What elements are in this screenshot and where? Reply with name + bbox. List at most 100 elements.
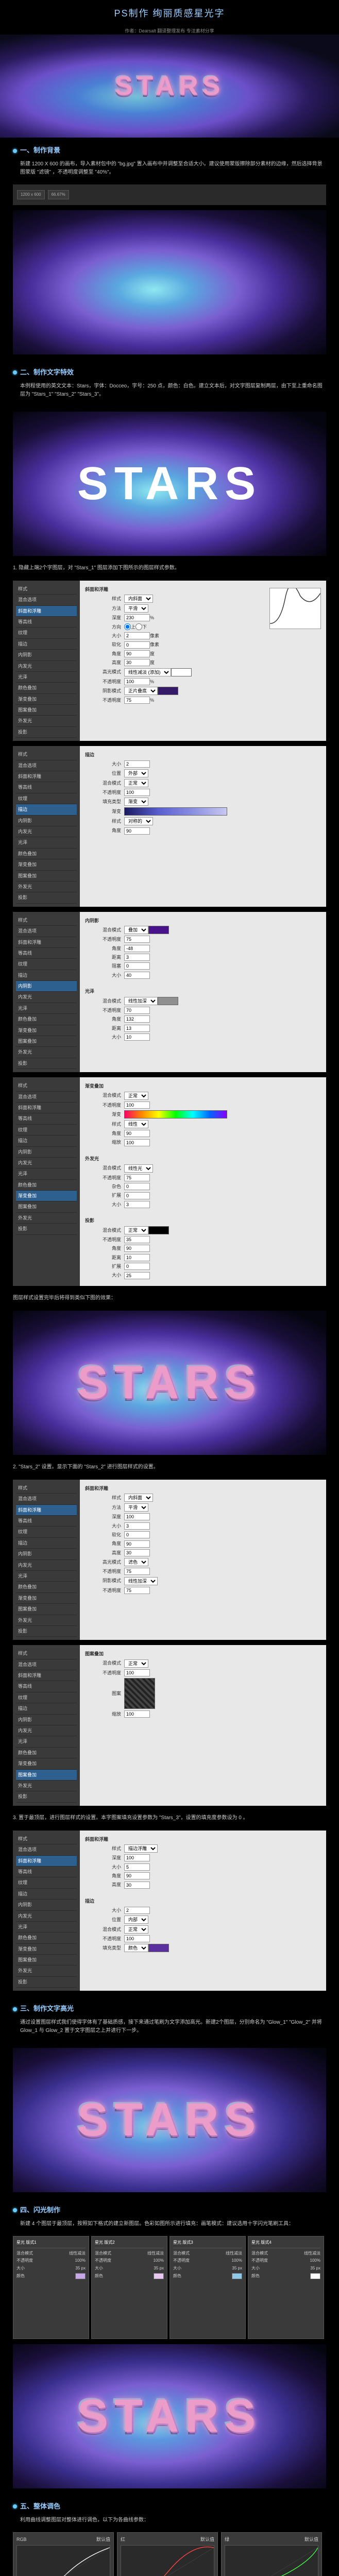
fx-item[interactable]: 图案叠加 bbox=[16, 1036, 77, 1047]
fx-item[interactable]: 渐变叠加 bbox=[16, 859, 77, 870]
hl-mode[interactable]: 线性减淡 (添加) bbox=[124, 668, 171, 676]
fx-item[interactable]: 等高线 bbox=[16, 1516, 77, 1527]
fx-item[interactable]: 颜色叠加 bbox=[16, 1014, 77, 1025]
fx-item[interactable]: 纹理 bbox=[16, 1125, 77, 1136]
fx-item[interactable]: 外发光 bbox=[16, 882, 77, 892]
fx-item[interactable]: 样式 bbox=[16, 1483, 77, 1494]
sh-mode[interactable]: 正片叠底 bbox=[124, 687, 158, 695]
fx-item[interactable]: 渐变叠加 bbox=[16, 1025, 77, 1036]
fx-item[interactable]: 样式 bbox=[16, 1834, 77, 1844]
fx-item[interactable]: 描边 bbox=[16, 970, 77, 981]
fx-item[interactable]: 样式 bbox=[16, 584, 77, 595]
fx-item[interactable]: 图案叠加 bbox=[16, 871, 77, 882]
fx-item[interactable]: 光泽 bbox=[16, 672, 77, 683]
fx-item[interactable]: 描边 bbox=[16, 1889, 77, 1900]
fx-item[interactable]: 内发光 bbox=[16, 826, 77, 837]
fx-item[interactable]: 渐变叠加 bbox=[16, 694, 77, 705]
bevel-angle[interactable] bbox=[124, 650, 150, 657]
fx-item[interactable]: 描边 bbox=[16, 1136, 77, 1146]
fx-item[interactable]: 样式 bbox=[16, 915, 77, 926]
fx-item[interactable]: 投影 bbox=[16, 892, 77, 903]
fx-item[interactable]: 光泽 bbox=[16, 1922, 77, 1933]
sh-color-swatch[interactable] bbox=[158, 687, 178, 695]
fx-item[interactable]: 等高线 bbox=[16, 1681, 77, 1692]
fx-item[interactable]: 等高线 bbox=[16, 782, 77, 793]
bevel-style[interactable]: 内斜面 bbox=[124, 595, 153, 603]
fx-item[interactable]: 渐变叠加 bbox=[16, 1944, 77, 1955]
fx-item[interactable]: 混合选项 bbox=[16, 1092, 77, 1103]
fx-item[interactable]: 外发光 bbox=[16, 1615, 77, 1626]
fx-item[interactable]: 等高线 bbox=[16, 617, 77, 628]
fx-item[interactable]: 外发光 bbox=[16, 1965, 77, 1976]
fx-item[interactable]: 描边 bbox=[16, 1538, 77, 1549]
stroke-gradient[interactable] bbox=[124, 807, 227, 816]
fx-item[interactable]: 斜面和浮雕 bbox=[16, 1856, 77, 1867]
fx-item[interactable]: 内阴影 bbox=[16, 816, 77, 826]
bevel-depth[interactable] bbox=[124, 614, 150, 621]
fx-item[interactable]: 斜面和浮雕 bbox=[16, 606, 77, 617]
fx-item[interactable]: 内阴影 bbox=[16, 1549, 77, 1560]
fx-item[interactable]: 颜色叠加 bbox=[16, 1180, 77, 1191]
fx-item[interactable]: 描边 bbox=[16, 804, 77, 815]
fx-item[interactable]: 投影 bbox=[16, 727, 77, 738]
stroke-grad-style[interactable]: 对称的 bbox=[124, 817, 153, 825]
grad-overlay-bar[interactable] bbox=[124, 1110, 227, 1118]
fx-item[interactable]: 外发光 bbox=[16, 1213, 77, 1224]
fx-item[interactable]: 图案叠加 bbox=[16, 1770, 77, 1781]
pattern-swatch[interactable] bbox=[124, 1678, 155, 1709]
fx-item[interactable]: 渐变叠加 bbox=[16, 1191, 77, 1201]
fx-item[interactable]: 内阴影 bbox=[16, 1715, 77, 1725]
dir-up[interactable] bbox=[124, 623, 131, 630]
fx-item[interactable]: 纹理 bbox=[16, 628, 77, 638]
stroke-pos[interactable]: 外部 bbox=[124, 769, 148, 777]
stroke-blend[interactable]: 正常 bbox=[124, 779, 148, 787]
fx-item[interactable]: 内阴影 bbox=[16, 650, 77, 660]
fx-item[interactable]: 斜面和浮雕 bbox=[16, 1103, 77, 1113]
fx-item[interactable]: 斜面和浮雕 bbox=[16, 1670, 77, 1681]
fx-item[interactable]: 混合选项 bbox=[16, 1494, 77, 1504]
fx-item[interactable]: 光泽 bbox=[16, 1571, 77, 1582]
fx-item[interactable]: 混合选项 bbox=[16, 760, 77, 771]
stroke-angle[interactable] bbox=[124, 827, 150, 835]
fx-item[interactable]: 外发光 bbox=[16, 1047, 77, 1058]
fx-item[interactable]: 纹理 bbox=[16, 793, 77, 804]
fx-item[interactable]: 外发光 bbox=[16, 716, 77, 726]
fx-item[interactable]: 投影 bbox=[16, 1058, 77, 1069]
fx-item[interactable]: 图案叠加 bbox=[16, 1955, 77, 1965]
fx-item[interactable]: 颜色叠加 bbox=[16, 1582, 77, 1592]
fx-item[interactable]: 纹理 bbox=[16, 1877, 77, 1888]
fx-item[interactable]: 内阴影 bbox=[16, 1900, 77, 1910]
hl-opacity[interactable] bbox=[124, 678, 150, 685]
fx-item[interactable]: 斜面和浮雕 bbox=[16, 1505, 77, 1516]
sh-opacity[interactable] bbox=[124, 697, 150, 704]
fx-item[interactable]: 光泽 bbox=[16, 837, 77, 848]
fx-item[interactable]: 图案叠加 bbox=[16, 705, 77, 716]
fx-item[interactable]: 内发光 bbox=[16, 1911, 77, 1922]
fx-item[interactable]: 内发光 bbox=[16, 1725, 77, 1736]
fx-item[interactable]: 内发光 bbox=[16, 992, 77, 1003]
fx-item[interactable]: 颜色叠加 bbox=[16, 849, 77, 859]
fx-item[interactable]: 投影 bbox=[16, 1791, 77, 1802]
fx-item[interactable]: 等高线 bbox=[16, 948, 77, 959]
stroke-fill[interactable]: 渐变 bbox=[124, 798, 148, 806]
fx-item[interactable]: 混合选项 bbox=[16, 595, 77, 605]
fx-item[interactable]: 内发光 bbox=[16, 1560, 77, 1571]
fx-item[interactable]: 渐变叠加 bbox=[16, 1593, 77, 1604]
bevel-altitude[interactable] bbox=[124, 659, 150, 666]
fx-item[interactable]: 混合选项 bbox=[16, 926, 77, 937]
fx-item[interactable]: 内阴影 bbox=[16, 981, 77, 992]
fx-item[interactable]: 样式 bbox=[16, 749, 77, 760]
fx-item[interactable]: 纹理 bbox=[16, 959, 77, 970]
hl-color-swatch[interactable] bbox=[171, 668, 192, 676]
is-color[interactable] bbox=[148, 926, 169, 934]
fx-item[interactable]: 内发光 bbox=[16, 1158, 77, 1168]
fx-item[interactable]: 光泽 bbox=[16, 1168, 77, 1179]
fx-item[interactable]: 斜面和浮雕 bbox=[16, 771, 77, 782]
fx-item[interactable]: 投影 bbox=[16, 1626, 77, 1637]
fx-item[interactable]: 纹理 bbox=[16, 1692, 77, 1703]
fx-item[interactable]: 样式 bbox=[16, 1080, 77, 1091]
bevel-soften[interactable] bbox=[124, 641, 150, 649]
fx-item[interactable]: 投影 bbox=[16, 1224, 77, 1234]
fx-item[interactable]: 外发光 bbox=[16, 1781, 77, 1791]
fx-item[interactable]: 图案叠加 bbox=[16, 1201, 77, 1212]
